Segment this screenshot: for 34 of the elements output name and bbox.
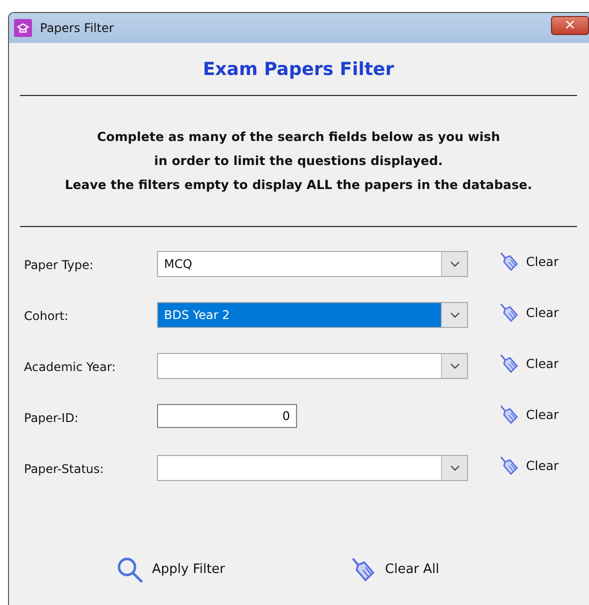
dropdown-field[interactable]: BDS Year 2	[157, 302, 468, 328]
field-label: Paper-Status:	[24, 461, 105, 478]
broom-icon	[498, 353, 520, 375]
app-icon	[14, 19, 32, 37]
chevron-down-icon	[450, 363, 460, 369]
window-title: Papers Filter	[40, 20, 114, 37]
broom-icon	[498, 455, 520, 477]
search-icon	[116, 556, 144, 584]
field-label: Paper-ID:	[24, 410, 80, 427]
field-label: Cohort:	[24, 308, 70, 325]
apply-filter-button[interactable]: Apply Filter	[116, 556, 226, 584]
chevron-down-icon	[450, 312, 460, 318]
close-button[interactable]: ×	[551, 16, 589, 35]
field-label: Academic Year:	[24, 359, 117, 376]
dialog-heading: Exam Papers Filter	[202, 59, 394, 80]
dropdown-field[interactable]	[157, 455, 468, 481]
chevron-down-icon	[450, 261, 460, 267]
broom-icon	[498, 404, 520, 426]
instruction-text: Leave the filters empty to display ALL the papers in the database.	[64, 177, 532, 192]
broom-icon	[498, 251, 520, 273]
instruction-text: in order to limit the questions displayed.	[154, 153, 443, 168]
clear-button[interactable]: Clear	[498, 353, 559, 375]
clear-button[interactable]: Clear	[498, 455, 559, 477]
broom-icon	[498, 302, 520, 324]
clear-button[interactable]: Clear	[498, 251, 559, 273]
clear-all-button[interactable]: Clear All	[349, 556, 440, 584]
dropdown-field[interactable]: MCQ	[157, 251, 468, 277]
chevron-down-icon	[450, 465, 460, 471]
instruction-text: Complete as many of the search fields below as you wish	[97, 129, 500, 144]
clear-button[interactable]: Clear	[498, 302, 559, 324]
number-field[interactable]: 0	[157, 404, 297, 428]
field-label: Paper Type:	[24, 257, 94, 274]
clear-button[interactable]: Clear	[498, 404, 559, 426]
dropdown-field[interactable]	[157, 353, 468, 379]
